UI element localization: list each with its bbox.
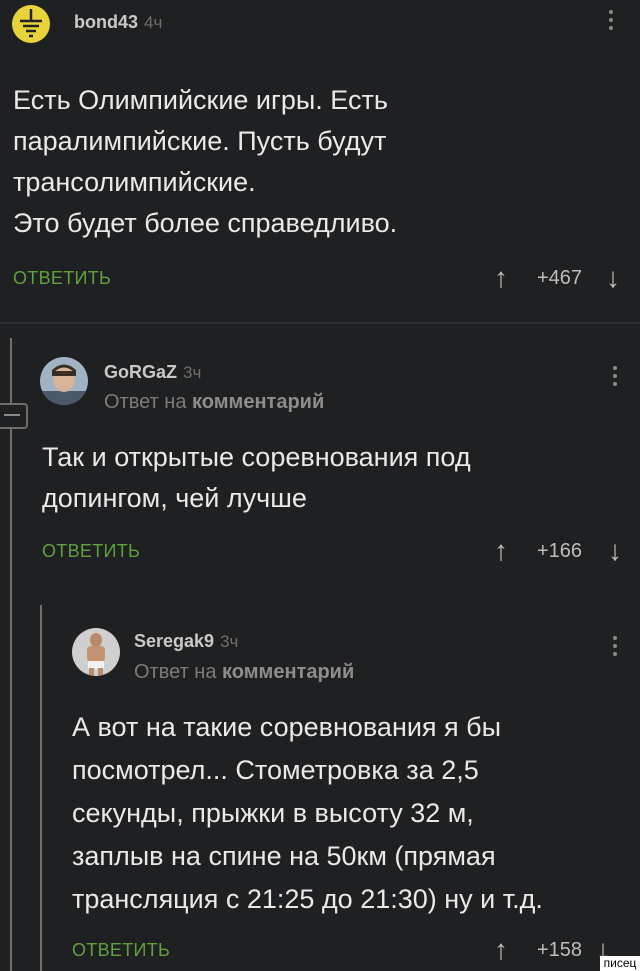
rating: +166	[537, 540, 583, 562]
username[interactable]: GoRGaZ	[104, 362, 177, 382]
username[interactable]: Seregak9	[134, 631, 214, 651]
reply-button[interactable]: ОТВЕТИТЬ	[42, 541, 140, 562]
kebab-menu-icon[interactable]	[612, 366, 618, 390]
divider	[0, 322, 640, 324]
comment-line: заплыв на спине на 50км (прямая	[72, 841, 496, 871]
arrow-up-icon[interactable]: ↑	[494, 264, 508, 292]
reply-button[interactable]: ОТВЕТИТЬ	[72, 940, 170, 961]
user-photo-icon	[40, 357, 88, 405]
thread-line	[40, 605, 42, 971]
comment-header: GoRGaZ 3ч	[104, 362, 201, 383]
comment-line: Так и открытые соревнования под	[42, 442, 471, 472]
comment-line: секунды, прыжки в высоту 32 м,	[72, 798, 474, 828]
reply-to-prefix: Ответ на	[134, 661, 217, 683]
arrow-up-icon[interactable]: ↑	[494, 537, 508, 565]
comment-header: Seregak9 3ч	[134, 631, 238, 652]
reply-to-line: Ответ на комментарий	[104, 391, 324, 414]
rating: +158	[537, 939, 583, 961]
avatar[interactable]	[12, 5, 50, 43]
arrow-up-icon[interactable]: ↑	[494, 936, 508, 964]
comment-body: А вот на такие соревнования я бы посмотр…	[72, 706, 632, 921]
rating: +467	[537, 267, 583, 289]
comment-body: Есть Олимпийские игры. Есть паралимпийск…	[13, 80, 613, 244]
reply-to-link[interactable]: комментарий	[192, 391, 324, 413]
comment-line: посмотрел... Стометровка за 2,5	[72, 755, 479, 785]
kebab-menu-icon[interactable]	[612, 636, 618, 660]
comment-line: трансляция с 21:25 до 21:30) ну и т.д.	[72, 884, 543, 914]
timestamp: 4ч	[144, 13, 163, 32]
comment-line: Есть Олимпийские игры. Есть	[13, 85, 388, 115]
timestamp: 3ч	[183, 363, 202, 382]
reply-to-prefix: Ответ на	[104, 391, 187, 413]
avatar[interactable]	[72, 628, 120, 676]
kebab-menu-icon[interactable]	[608, 10, 614, 34]
avatar[interactable]	[40, 357, 88, 405]
reply-to-link[interactable]: комментарий	[222, 661, 354, 683]
user-photo-icon	[72, 628, 120, 676]
username[interactable]: bond43	[74, 12, 138, 32]
timestamp: 3ч	[220, 632, 239, 651]
comment-line: А вот на такие соревнования я бы	[72, 712, 502, 742]
watermark: писец	[600, 956, 640, 971]
reply-to-line: Ответ на комментарий	[134, 661, 354, 684]
comment-header: bond43 4ч	[74, 12, 162, 33]
thread-line	[10, 338, 12, 971]
arrow-down-icon[interactable]: ↓	[608, 537, 622, 565]
reply-button[interactable]: ОТВЕТИТЬ	[13, 268, 111, 289]
comment-line: Это будет более справедливо.	[13, 208, 398, 238]
comment-body: Так и открытые соревнования под допингом…	[42, 437, 622, 519]
arrow-down-icon[interactable]: ↓	[606, 264, 620, 292]
ground-symbol-icon	[20, 9, 42, 38]
comment-line: допингом, чей лучше	[42, 483, 307, 513]
collapse-thread-button[interactable]	[0, 403, 28, 429]
comment-line: паралимпийские. Пусть будут	[13, 126, 387, 156]
comment-line: трансолимпийские.	[13, 167, 256, 197]
